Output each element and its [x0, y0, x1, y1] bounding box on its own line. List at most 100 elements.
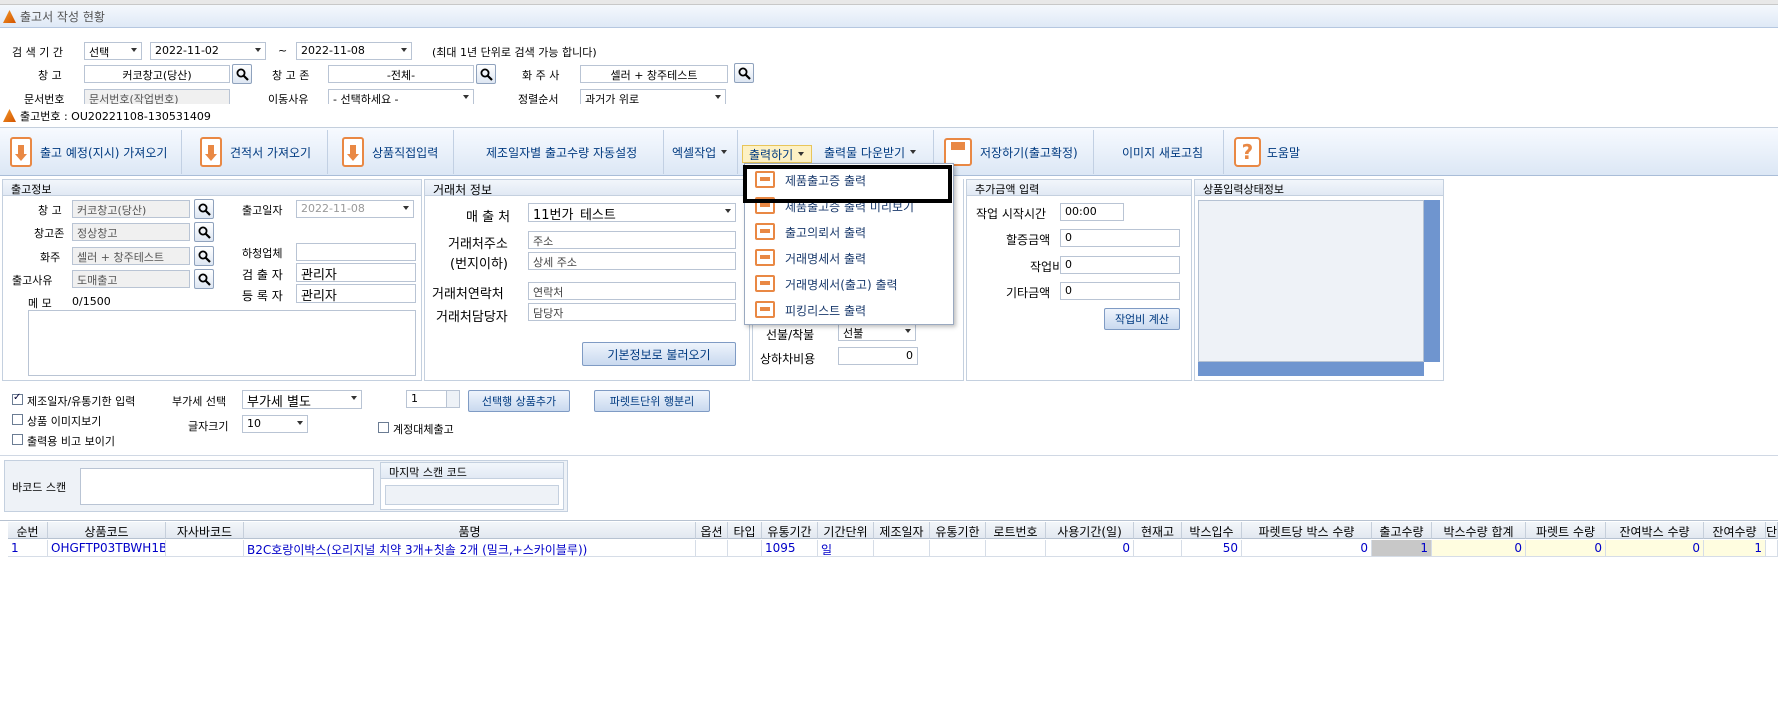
ship-warehouse-search-button[interactable] — [194, 199, 214, 219]
grid-header-cell[interactable]: 기간단위 — [818, 522, 874, 539]
table-cell[interactable]: 1 — [8, 540, 48, 557]
grid-header-cell[interactable]: 박스수량 합계 — [1432, 522, 1526, 539]
grid-header-cell[interactable]: 파렛트당 박스 수량 — [1242, 522, 1372, 539]
register-field[interactable]: 관리자 — [296, 284, 416, 303]
contact-input[interactable]: 연락처 — [528, 282, 736, 300]
shipper-search-button[interactable] — [734, 63, 754, 83]
table-cell[interactable] — [728, 540, 762, 557]
period-mode-select[interactable]: 선택 — [84, 42, 142, 60]
ship-zone-search-button[interactable] — [194, 222, 214, 242]
zone-search-button[interactable] — [476, 64, 496, 84]
add-selected-row-button[interactable]: 선택행 상품추가 — [468, 390, 570, 412]
refresh-image-button[interactable]: 이미지 새로고침 — [1116, 130, 1224, 174]
grid-header-cell[interactable]: 타입 — [728, 522, 762, 539]
date-to-picker[interactable]: 2022-11-08 — [296, 42, 412, 60]
table-cell[interactable] — [696, 540, 728, 557]
grid-header-cell[interactable]: 출고수량 — [1372, 522, 1432, 539]
table-cell[interactable]: B2C호랑이박스(오리지널 치약 3개+칫솔 2개 (밀크,+스카이블루)) — [244, 540, 696, 557]
surcharge-input[interactable]: 0 — [1060, 229, 1180, 247]
image-checkbox[interactable] — [12, 414, 23, 425]
grid-header-cell[interactable]: 품명 — [244, 522, 696, 539]
load-schedule-button[interactable]: 출고 예정(지시) 가져오기 — [4, 130, 182, 174]
grid-header-cell[interactable]: 순번 — [8, 522, 48, 539]
sub-field[interactable] — [296, 243, 416, 261]
grid-header-cell[interactable]: 옵션 — [696, 522, 728, 539]
ship-reason-search-button[interactable] — [194, 269, 214, 289]
client-select[interactable]: 11번가_테스트 — [528, 203, 736, 222]
table-cell[interactable]: 0 — [1046, 540, 1134, 557]
work-cost-input[interactable]: 0 — [1060, 256, 1180, 274]
diff-input[interactable]: 0 — [838, 347, 918, 365]
table-cell[interactable] — [1134, 540, 1182, 557]
grid-header-cell[interactable]: 파렛트 수량 — [1526, 522, 1606, 539]
table-cell[interactable]: 1 — [1372, 540, 1432, 557]
grid-header-cell[interactable]: 잔여수량 — [1704, 522, 1766, 539]
ship-reason-field[interactable]: 도매출고 — [72, 270, 190, 288]
vat-select[interactable]: 부가세 별도 — [242, 390, 362, 409]
table-cell[interactable]: 0 — [1242, 540, 1372, 557]
table-cell[interactable] — [874, 540, 930, 557]
grid-header-cell[interactable]: 상품코드 — [48, 522, 166, 539]
table-cell[interactable]: 1095 — [762, 540, 818, 557]
grid-header-cell[interactable]: 잔여박스 수량 — [1606, 522, 1704, 539]
table-cell[interactable]: 0 — [1606, 540, 1704, 557]
table-cell[interactable]: OHGFTP03TBWH1BL1 — [48, 540, 166, 557]
excel-menu-button[interactable]: 엑셀작업 — [666, 130, 738, 174]
ship-date-picker[interactable]: 2022-11-08 — [296, 200, 414, 218]
save-confirm-button[interactable]: 저장하기(출고확정) — [938, 130, 1094, 174]
menu-item-statement-ship[interactable]: 거래명세서(출고) 출력 — [749, 272, 949, 296]
table-cell[interactable]: 1 — [1704, 540, 1766, 557]
menu-item-picking-list[interactable]: 피킹리스트 출력 — [749, 298, 949, 322]
help-button[interactable]: ? 도움말 — [1228, 130, 1306, 174]
grid-header-cell[interactable]: 사용기간(일) — [1046, 522, 1134, 539]
other-cost-input[interactable]: 0 — [1060, 282, 1180, 300]
mfg-checkbox[interactable] — [12, 392, 23, 405]
table-cell[interactable] — [930, 540, 986, 557]
shipper-field[interactable]: 셀러 + 창주테스트 — [580, 65, 728, 83]
account-replace-checkbox[interactable] — [378, 422, 389, 433]
print-menu-button[interactable]: 출력하기 — [742, 145, 812, 163]
print-compare-checkbox[interactable] — [12, 434, 23, 445]
inspector-field[interactable]: 관리자 — [296, 263, 416, 282]
warehouse-field[interactable]: 커코창고(당산) — [84, 65, 230, 83]
memo-textarea[interactable] — [28, 310, 416, 376]
vertical-scrollbar[interactable] — [1424, 200, 1440, 362]
grid-header-cell[interactable]: 로트번호 — [986, 522, 1046, 539]
stepper-arrows-icon[interactable] — [446, 391, 459, 407]
calc-work-cost-button[interactable]: 작업비 계산 — [1104, 308, 1180, 330]
warehouse-search-button[interactable] — [232, 64, 252, 84]
table-cell[interactable]: 50 — [1182, 540, 1242, 557]
horizontal-scrollbar[interactable] — [1198, 362, 1424, 376]
ship-shipper-field[interactable]: 셀러 + 창주테스트 — [72, 247, 190, 265]
table-cell[interactable]: 일 — [818, 540, 874, 557]
date-from-picker[interactable]: 2022-11-02 — [150, 42, 266, 60]
load-quote-button[interactable]: 견적서 가져오기 — [194, 130, 328, 174]
ship-warehouse-field[interactable]: 커코창고(당산) — [72, 200, 190, 218]
zone-field[interactable]: -전체- — [328, 65, 474, 83]
menu-item-ship-request[interactable]: 출고의뢰서 출력 — [749, 220, 949, 244]
manager-input[interactable]: 담당자 — [528, 303, 736, 321]
table-cell[interactable] — [1766, 540, 1778, 557]
grid-header-cell[interactable]: 유통기한 — [930, 522, 986, 539]
direct-input-button[interactable]: 상품직접입력 — [336, 130, 454, 174]
prepay-select[interactable]: 선불 — [838, 323, 916, 341]
font-size-select[interactable]: 10 — [242, 415, 308, 433]
addr2-input[interactable]: 상세 주소 — [528, 252, 736, 270]
table-cell[interactable]: 0 — [1526, 540, 1606, 557]
grid-header-cell[interactable]: 유통기간 — [762, 522, 818, 539]
auto-qty-button[interactable]: 제조일자별 출고수량 자동설정 — [480, 130, 664, 174]
barcode-input[interactable] — [80, 468, 374, 505]
grid-header-cell[interactable]: 박스입수 — [1182, 522, 1242, 539]
pallet-split-button[interactable]: 파렛트단위 행분리 — [594, 390, 710, 412]
start-time-input[interactable]: 00:00 — [1060, 203, 1124, 221]
ship-shipper-search-button[interactable] — [194, 246, 214, 266]
menu-item-statement[interactable]: 거래명세서 출력 — [749, 246, 949, 270]
table-cell[interactable] — [986, 540, 1046, 557]
grid-header-cell[interactable]: 자사바코드 — [166, 522, 244, 539]
table-cell[interactable]: 0 — [1432, 540, 1526, 557]
grid-header-cell[interactable]: 제조일자 — [874, 522, 930, 539]
ship-zone-field[interactable]: 정상창고 — [72, 223, 190, 241]
addr-input[interactable]: 주소 — [528, 231, 736, 249]
load-basic-info-button[interactable]: 기본정보로 불러오기 — [582, 342, 736, 366]
table-cell[interactable] — [166, 540, 244, 557]
